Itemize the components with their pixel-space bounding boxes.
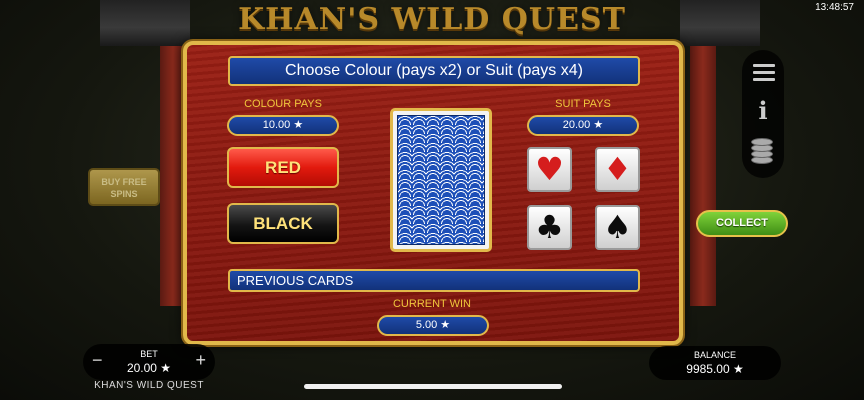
collect-button[interactable]: COLLECT — [696, 210, 788, 237]
gamble-instructions: Choose Colour (pays x2) or Suit (pays x4… — [228, 56, 640, 86]
colour-pays-value: 10.00 ★ — [227, 115, 339, 136]
hearts-suit-button[interactable]: ♥ — [527, 147, 572, 192]
game-name-footer: KHAN'S WILD QUEST — [94, 380, 204, 391]
balance-label: BALANCE — [693, 350, 737, 360]
side-menu: i — [742, 50, 784, 178]
spades-icon: ♠ — [603, 208, 632, 246]
info-icon[interactable]: i — [755, 96, 771, 125]
clubs-suit-button[interactable]: ♣ — [527, 205, 572, 250]
balance-display: BALANCE 9985.00 ★ — [649, 346, 781, 380]
hamburger-menu-icon[interactable] — [753, 64, 775, 85]
black-button[interactable]: BLACK — [227, 203, 339, 244]
game-logo-title: KHAN'S WILD QUEST — [238, 2, 626, 37]
gamble-panel: Choose Colour (pays x2) or Suit (pays x4… — [183, 41, 683, 345]
clubs-icon: ♣ — [535, 208, 564, 246]
red-button[interactable]: RED — [227, 147, 339, 188]
home-indicator[interactable] — [304, 384, 562, 389]
current-win-label: CURRENT WIN — [392, 298, 471, 310]
face-down-card — [390, 108, 492, 252]
status-time: 13:48:57 — [815, 2, 854, 13]
diamonds-suit-button[interactable]: ♦ — [595, 147, 640, 192]
spades-suit-button[interactable]: ♠ — [595, 205, 640, 250]
previous-cards-bar: PREVIOUS CARDS — [228, 269, 640, 292]
background-pillar-right — [690, 46, 716, 306]
buy-free-spins-button[interactable]: BUY FREE SPINS — [88, 168, 160, 206]
coins-icon[interactable] — [751, 136, 775, 166]
colour-pays-label: COLOUR PAYS — [244, 98, 322, 110]
balance-value: 9985.00 ★ — [686, 362, 744, 376]
current-win-value: 5.00 ★ — [377, 315, 489, 336]
card-back-pattern — [397, 115, 485, 245]
suit-pays-value: 20.00 ★ — [527, 115, 639, 136]
bet-increase-button[interactable]: + — [195, 351, 206, 369]
bet-control: − BET 20.00 ★ + — [83, 344, 215, 380]
hearts-icon: ♥ — [535, 150, 564, 188]
diamonds-icon: ♦ — [603, 150, 632, 188]
suit-pays-label: SUIT PAYS — [555, 98, 611, 110]
